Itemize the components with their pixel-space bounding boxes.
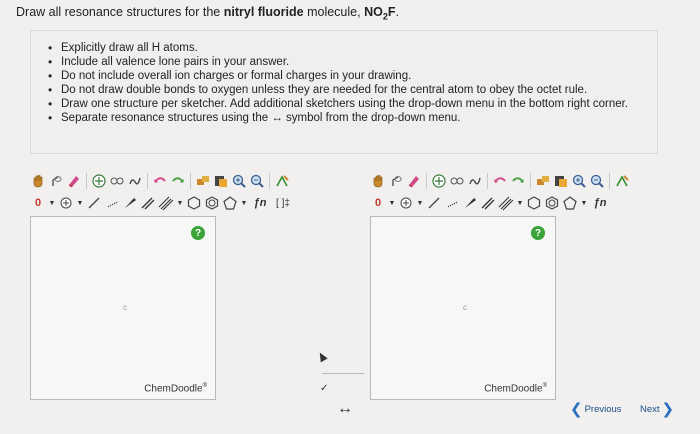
atom-label-icon[interactable]	[614, 173, 630, 189]
clean-icon[interactable]	[127, 173, 143, 189]
redo-icon[interactable]	[510, 173, 526, 189]
canvas-center-marker: c	[123, 303, 127, 312]
sketcher-toolbar-top	[30, 170, 290, 192]
center-icon[interactable]	[91, 173, 107, 189]
dropdown-divider	[322, 373, 364, 374]
sketcher-toolbar-bottom: 0 ▼ ▼ ▼ ▼ ƒn [ ]‡	[30, 192, 294, 214]
single-bond-icon[interactable]	[426, 195, 442, 211]
benzene-icon[interactable]	[544, 195, 560, 211]
chevron-down-icon[interactable]: ▼	[516, 195, 524, 211]
wedge-bond-icon[interactable]	[122, 195, 138, 211]
chemdoodle-brand: ChemDoodle®	[144, 382, 207, 394]
molecule-name: nitryl fluoride	[223, 5, 304, 19]
hand-icon[interactable]	[30, 173, 46, 189]
chevron-down-icon[interactable]: ▼	[76, 195, 84, 211]
undo-icon[interactable]	[492, 173, 508, 189]
triple-bond-icon[interactable]	[498, 195, 514, 211]
chevron-down-icon[interactable]: ▼	[240, 195, 248, 211]
sketcher-2: 0 ▼ ▼ ▼ ▼ ƒn ? c ChemDoodle®	[370, 168, 680, 400]
copy-icon[interactable]	[213, 173, 229, 189]
charge-tool[interactable]: 0	[370, 195, 386, 211]
eraser-icon[interactable]	[406, 173, 422, 189]
instructions-list: Explicitly draw all H atoms. Include all…	[45, 41, 645, 125]
next-label: Next	[640, 403, 660, 415]
chevron-right-icon: ❯	[661, 401, 675, 418]
hash-bond-icon[interactable]	[104, 195, 120, 211]
toolbar-separator	[609, 173, 610, 189]
cyclopentane-icon[interactable]	[222, 195, 238, 211]
plus-circle-icon[interactable]	[58, 195, 74, 211]
lasso-icon[interactable]	[48, 173, 64, 189]
zoom-out-icon[interactable]	[589, 173, 605, 189]
cyclopentane-icon[interactable]	[562, 195, 578, 211]
toolbar-separator	[530, 173, 531, 189]
template-icon[interactable]	[535, 173, 551, 189]
single-bond-icon[interactable]	[86, 195, 102, 211]
previous-button[interactable]: ❮ Previous	[570, 400, 622, 418]
clean-icon[interactable]	[467, 173, 483, 189]
toolbar-separator	[269, 173, 270, 189]
zoom-out-icon[interactable]	[249, 173, 265, 189]
chevron-down-icon[interactable]: ▼	[176, 195, 184, 211]
sketcher-1: 0 ▼ ▼ ▼ ▼ ƒn [ ]‡ ? c ChemDoodle®	[30, 168, 340, 400]
help-icon[interactable]: ?	[191, 226, 205, 240]
cyclohexane-icon[interactable]	[186, 195, 202, 211]
toolbar-separator	[147, 173, 148, 189]
question-text: Draw all resonance structures for the ni…	[16, 5, 399, 22]
instructions-panel: Explicitly draw all H atoms. Include all…	[30, 30, 658, 154]
atom-label-icon[interactable]	[274, 173, 290, 189]
instruction-item: Do not include overall ion charges or fo…	[45, 69, 645, 83]
undo-icon[interactable]	[152, 173, 168, 189]
drawing-canvas[interactable]: ? c ChemDoodle®	[30, 216, 216, 400]
wedge-bond-icon[interactable]	[462, 195, 478, 211]
benzene-icon[interactable]	[204, 195, 220, 211]
resonance-arrow-button[interactable]: ↔	[337, 400, 353, 418]
dropdown-check-icon[interactable]: ✓	[320, 383, 328, 394]
toolbar-separator	[426, 173, 427, 189]
cyclohexane-icon[interactable]	[526, 195, 542, 211]
hand-icon[interactable]	[370, 173, 386, 189]
chevron-down-icon[interactable]: ▼	[388, 195, 396, 211]
double-bond-icon[interactable]	[480, 195, 496, 211]
flip-icon[interactable]	[109, 173, 125, 189]
chevron-down-icon[interactable]: ▼	[416, 195, 424, 211]
instruction-item: Include all valence lone pairs in your a…	[45, 55, 645, 69]
drawing-canvas[interactable]: ? c ChemDoodle®	[370, 216, 556, 400]
sketcher-toolbar-top	[370, 170, 630, 192]
next-button[interactable]: Next ❯	[640, 400, 674, 418]
chevron-down-icon[interactable]: ▼	[48, 195, 56, 211]
toolbar-separator	[190, 173, 191, 189]
copy-icon[interactable]	[553, 173, 569, 189]
chevron-left-icon: ❮	[570, 401, 583, 418]
double-bond-icon[interactable]	[140, 195, 156, 211]
template-icon[interactable]	[195, 173, 211, 189]
toolbar-separator	[86, 173, 87, 189]
instruction-item: Do not draw double bonds to oxygen unles…	[45, 83, 645, 97]
center-icon[interactable]	[431, 173, 447, 189]
chemdoodle-brand: ChemDoodle®	[484, 382, 547, 394]
instruction-item: Separate resonance structures using the …	[45, 111, 645, 125]
hash-bond-icon[interactable]	[444, 195, 460, 211]
charge-tool[interactable]: 0	[30, 195, 46, 211]
help-icon[interactable]: ?	[531, 226, 545, 240]
zoom-in-icon[interactable]	[231, 173, 247, 189]
toolbar-separator	[487, 173, 488, 189]
lasso-icon[interactable]	[388, 173, 404, 189]
sketcher-toolbar-bottom: 0 ▼ ▼ ▼ ▼ ƒn	[370, 192, 610, 214]
triple-bond-icon[interactable]	[158, 195, 174, 211]
chevron-down-icon[interactable]: ▼	[580, 195, 588, 211]
previous-label: Previous	[584, 403, 622, 415]
function-icon[interactable]: ƒn	[250, 195, 270, 211]
canvas-center-marker: c	[463, 303, 467, 312]
function-icon[interactable]: ƒn	[590, 195, 610, 211]
flip-icon[interactable]	[449, 173, 465, 189]
redo-icon[interactable]	[170, 173, 186, 189]
plus-circle-icon[interactable]	[398, 195, 414, 211]
instruction-item: Draw one structure per sketcher. Add add…	[45, 97, 645, 111]
bracket-icon[interactable]: [ ]‡	[272, 195, 294, 211]
eraser-icon[interactable]	[66, 173, 82, 189]
instruction-item: Explicitly draw all H atoms.	[45, 41, 645, 55]
molecule-formula: NO2F	[364, 5, 396, 22]
zoom-in-icon[interactable]	[571, 173, 587, 189]
